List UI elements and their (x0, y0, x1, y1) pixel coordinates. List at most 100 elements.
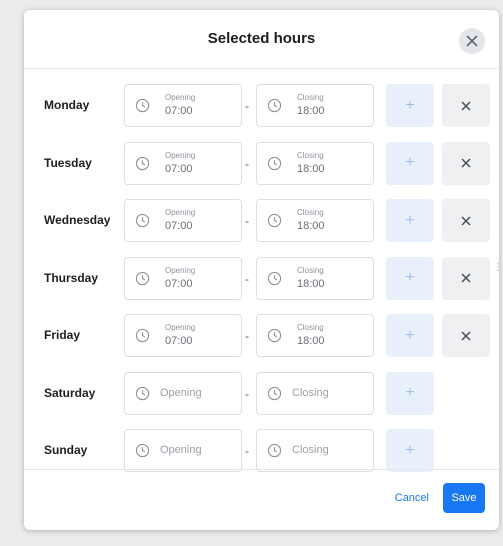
clock-icon (267, 213, 282, 228)
add-hours-button[interactable]: + (386, 314, 434, 357)
clock-icon (135, 328, 150, 343)
opening-time-value: 07:00 (165, 162, 193, 175)
closing-placeholder: Closing (292, 386, 329, 399)
plus-icon: + (405, 441, 415, 459)
clock-icon (135, 271, 150, 285)
closing-label: Closing (297, 265, 324, 275)
clock-icon (267, 443, 282, 458)
opening-time-field[interactable]: Opening 07:00 (124, 314, 242, 357)
closing-label: Closing (297, 323, 324, 332)
close-icon (461, 100, 471, 111)
opening-time-field[interactable]: Opening 07:00 (124, 84, 242, 127)
plus-icon: + (405, 269, 415, 286)
clock-icon (135, 213, 150, 228)
day-label: Sunday (44, 443, 88, 457)
day-row-monday: Monday Opening 07:00 - Closing 18:00 + (24, 80, 499, 138)
day-row-thursday: Thursday Opening 07:00 - Closing 18:00 + (24, 253, 499, 311)
opening-time-field[interactable]: Opening (124, 371, 242, 415)
clock-icon (135, 443, 150, 458)
close-icon (461, 158, 471, 168)
selected-hours-dialog: Selected hours Monday Opening 07:00 - Clo… (24, 10, 499, 530)
clock-icon (267, 271, 282, 285)
delete-hours-button[interactable] (442, 199, 490, 242)
dialog-title: Selected hours (207, 30, 316, 47)
closing-time-field[interactable]: Closing 18:00 (256, 199, 374, 242)
time-separator: - (245, 156, 249, 171)
closing-time-value: 18:00 (297, 162, 325, 175)
closing-label: Closing (297, 150, 324, 160)
closing-time-field[interactable]: Closing 18:00 (256, 314, 374, 357)
opening-time-field[interactable]: Opening 07:00 (124, 141, 242, 185)
delete-hours-button[interactable] (442, 141, 490, 185)
dialog-footer: Cancel Save (24, 469, 499, 530)
day-label: Wednesday (44, 213, 111, 227)
clock-icon (267, 328, 282, 343)
close-icon (461, 330, 471, 341)
day-label: Thursday (44, 270, 99, 285)
day-row-tuesday: Tuesday Opening 07:00 - Closing 18:00 + (24, 138, 499, 196)
opening-time-value: 07:00 (165, 220, 193, 232)
closing-time-field[interactable]: Closing (256, 371, 374, 415)
hours-list: Monday Opening 07:00 - Closing 18:00 + Tue… (24, 80, 499, 483)
plus-icon: + (405, 154, 415, 171)
day-label: Tuesday (44, 155, 92, 170)
time-separator: - (245, 444, 249, 458)
opening-label: Opening (165, 208, 196, 217)
opening-label: Opening (165, 323, 196, 332)
opening-label: Opening (165, 265, 196, 275)
opening-label: Opening (165, 150, 196, 160)
closing-time-field[interactable]: Closing 18:00 (256, 256, 374, 300)
close-icon (461, 215, 471, 226)
time-separator: - (245, 386, 249, 401)
opening-time-field[interactable]: Opening (124, 429, 242, 472)
day-label: Monday (44, 98, 90, 112)
plus-icon: + (405, 384, 415, 401)
time-separator: - (245, 214, 249, 228)
resize-handle: ⋮ (493, 262, 503, 273)
closing-placeholder: Closing (292, 444, 329, 456)
close-icon (466, 35, 478, 47)
add-hours-button[interactable]: + (386, 371, 434, 415)
add-hours-button[interactable]: + (386, 199, 434, 242)
closing-time-value: 18:00 (297, 335, 325, 347)
cancel-button[interactable]: Cancel (395, 492, 429, 504)
day-label: Saturday (44, 385, 96, 400)
plus-icon: + (405, 211, 415, 229)
opening-label: Opening (165, 93, 196, 102)
opening-placeholder: Opening (160, 444, 202, 456)
clock-icon (135, 386, 150, 400)
clock-icon (135, 98, 150, 113)
opening-time-value: 07:00 (165, 335, 193, 347)
delete-hours-button[interactable] (442, 314, 490, 357)
time-separator: - (245, 99, 249, 113)
closing-label: Closing (297, 93, 324, 102)
clock-icon (267, 386, 282, 400)
add-hours-button[interactable]: + (386, 429, 434, 472)
time-separator: - (245, 271, 249, 286)
opening-time-field[interactable]: Opening 07:00 (124, 256, 242, 300)
add-hours-button[interactable]: + (386, 141, 434, 185)
day-row-saturday: Saturday Opening - Closing + (24, 368, 499, 426)
delete-hours-button[interactable] (442, 84, 490, 127)
closing-time-value: 18:00 (297, 105, 325, 117)
save-button[interactable]: Save (443, 483, 485, 513)
closing-time-field[interactable]: Closing 18:00 (256, 84, 374, 127)
closing-time-value: 18:00 (297, 220, 325, 232)
dialog-header: Selected hours (24, 10, 499, 69)
opening-time-value: 07:00 (165, 277, 193, 290)
day-row-wednesday: Wednesday Opening 07:00 - Closing 18:00 + (24, 195, 499, 253)
opening-time-field[interactable]: Opening 07:00 (124, 199, 242, 242)
day-row-friday: Friday Opening 07:00 - Closing 18:00 + (24, 310, 499, 368)
delete-hours-button[interactable] (442, 256, 490, 300)
opening-placeholder: Opening (160, 386, 202, 399)
add-hours-button[interactable]: + (386, 256, 434, 300)
closing-time-field[interactable]: Closing 18:00 (256, 141, 374, 185)
clock-icon (135, 156, 150, 170)
plus-icon: + (405, 326, 415, 344)
plus-icon: + (405, 96, 415, 114)
close-dialog-button[interactable] (459, 28, 485, 54)
closing-time-value: 18:00 (297, 277, 325, 290)
closing-time-field[interactable]: Closing (256, 429, 374, 472)
close-icon (461, 273, 471, 283)
add-hours-button[interactable]: + (386, 84, 434, 127)
